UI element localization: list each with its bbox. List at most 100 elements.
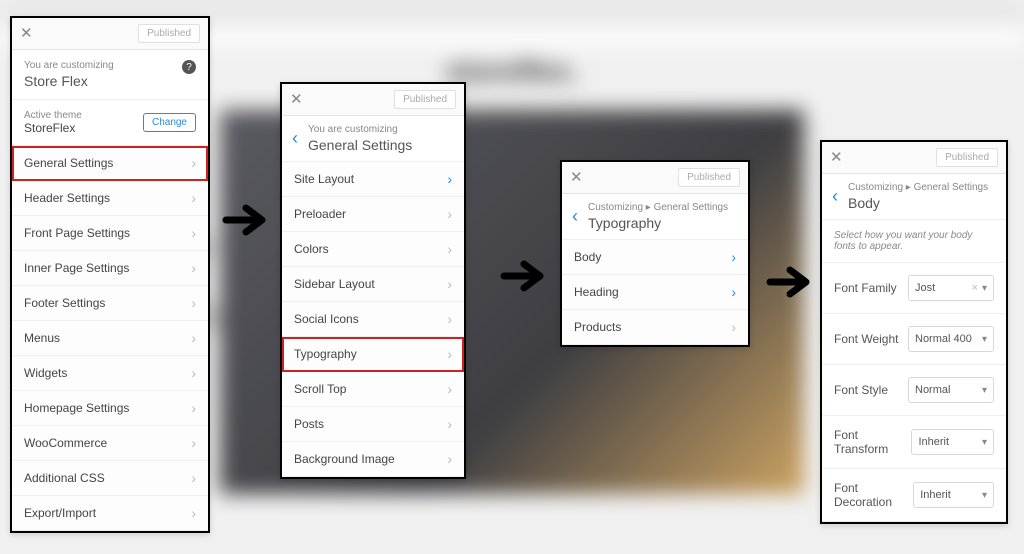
published-badge: Published (678, 168, 740, 187)
select-value: Normal (915, 384, 950, 396)
list-item-label: Front Page Settings (24, 226, 130, 240)
select-field[interactable]: Jost×▾ (908, 275, 994, 301)
list-item-label: Sidebar Layout (294, 277, 375, 291)
list-item[interactable]: Preloader› (282, 197, 464, 232)
panel-note: Select how you want your body fonts to a… (822, 220, 1006, 263)
list-item-label: Export/Import (24, 506, 96, 520)
chevron-right-icon: › (731, 249, 736, 265)
customizing-label: You are customizing (24, 60, 114, 71)
published-badge: Published (936, 148, 998, 167)
list-item[interactable]: Footer Settings › (12, 286, 208, 321)
typography-list: Body›Heading›Products› (562, 240, 748, 345)
back-icon[interactable]: ‹ (292, 128, 298, 149)
list-item[interactable]: Body › (562, 240, 748, 275)
breadcrumb: Customizing ▸ General Settings (588, 202, 728, 213)
general-settings-list: Site Layout › Preloader› Colors › Sidebar Lay… (282, 162, 464, 477)
list-item[interactable]: Menus› (12, 321, 208, 356)
list-item[interactable]: Widgets › (12, 356, 208, 391)
chevron-right-icon: › (447, 381, 452, 397)
site-title: Store Flex (24, 73, 114, 89)
list-item[interactable]: Front Page Settings › (12, 216, 208, 251)
chevron-right-icon: › (447, 346, 452, 362)
panel-title: General Settings (308, 137, 412, 153)
select-value: Normal 400 (915, 333, 972, 345)
list-item-label: Additional CSS (24, 471, 105, 485)
list-item-label: Typography (294, 347, 357, 361)
list-item[interactable]: Background Image › (282, 442, 464, 477)
customizer-root-panel: ✕ Published You are customizing Store Fl… (10, 16, 210, 533)
close-icon[interactable]: ✕ (830, 150, 843, 165)
chevron-right-icon: › (191, 365, 196, 381)
panel-title: Typography (588, 215, 728, 231)
option-label: Font Transform (834, 428, 911, 456)
list-item[interactable]: Posts› (282, 407, 464, 442)
customizing-label: You are customizing (308, 124, 412, 135)
list-item[interactable]: Export/Import› (12, 496, 208, 531)
flow-arrow-icon (500, 252, 548, 300)
option-label: Font Style (834, 383, 888, 397)
chevron-right-icon: › (731, 284, 736, 300)
list-item-label: Footer Settings (24, 296, 105, 310)
select-field[interactable]: Inherit▾ (913, 482, 994, 508)
body-typography-panel: ✕ Published ‹ Customizing ▸ General Sett… (820, 140, 1008, 524)
list-item[interactable]: Social Icons› (282, 302, 464, 337)
active-theme-label: Active theme (24, 110, 82, 121)
general-settings-panel: ✕ Published ‹ You are customizing Genera… (280, 82, 466, 479)
theme-name: StoreFlex (24, 121, 82, 135)
chevron-right-icon: › (191, 330, 196, 346)
list-item[interactable]: Colors › (282, 232, 464, 267)
select-field[interactable]: Inherit ▾ (911, 429, 994, 455)
body-typography-options: Font FamilyJost×▾Font WeightNormal 400▾F… (822, 263, 1006, 522)
list-item[interactable]: Additional CSS› (12, 461, 208, 496)
list-item-label: Widgets (24, 366, 67, 380)
list-item[interactable]: General Settings› (12, 146, 208, 181)
back-icon[interactable]: ‹ (572, 206, 578, 227)
option-row: Font Style Normal▾ (822, 365, 1006, 416)
list-item[interactable]: Typography › (282, 337, 464, 372)
option-row: Font FamilyJost×▾ (822, 263, 1006, 314)
option-row: Font Transform Inherit ▾ (822, 416, 1006, 469)
list-item[interactable]: Scroll Top› (282, 372, 464, 407)
option-row: Font DecorationInherit▾ (822, 469, 1006, 522)
clear-icon[interactable]: × (972, 282, 978, 294)
chevron-down-icon: ▾ (982, 334, 987, 345)
list-item-label: Background Image (294, 452, 395, 466)
chevron-right-icon: › (191, 295, 196, 311)
select-field[interactable]: Normal▾ (908, 377, 994, 403)
list-item-label: Site Layout (294, 172, 354, 186)
chevron-right-icon: › (447, 451, 452, 467)
list-item[interactable]: Header Settings› (12, 181, 208, 216)
option-label: Font Family (834, 281, 897, 295)
list-item[interactable]: Homepage Settings› (12, 391, 208, 426)
close-icon[interactable]: ✕ (290, 92, 303, 107)
breadcrumb: Customizing ▸ General Settings (848, 182, 988, 193)
customizer-root-list: General Settings›Header Settings›Front P… (12, 146, 208, 531)
close-icon[interactable]: ✕ (20, 26, 33, 41)
change-theme-button[interactable]: Change (143, 113, 196, 132)
chevron-right-icon: › (447, 171, 452, 187)
list-item-label: Body (574, 250, 601, 264)
back-icon[interactable]: ‹ (832, 186, 838, 207)
list-item[interactable]: Heading› (562, 275, 748, 310)
list-item[interactable]: Products › (562, 310, 748, 345)
select-value: Jost (915, 282, 935, 294)
list-item[interactable]: Sidebar Layout› (282, 267, 464, 302)
list-item[interactable]: WooCommerce› (12, 426, 208, 461)
chevron-right-icon: › (731, 319, 736, 335)
chevron-down-icon: ▾ (982, 437, 987, 448)
help-icon[interactable]: ? (182, 60, 196, 74)
list-item[interactable]: Site Layout › (282, 162, 464, 197)
chevron-right-icon: › (447, 241, 452, 257)
list-item-label: Header Settings (24, 191, 110, 205)
select-field[interactable]: Normal 400 ▾ (908, 326, 994, 352)
select-value: Inherit (918, 436, 949, 448)
close-icon[interactable]: ✕ (570, 170, 583, 185)
list-item[interactable]: Inner Page Settings› (12, 251, 208, 286)
published-badge: Published (138, 24, 200, 43)
chevron-down-icon: ▾ (982, 490, 987, 501)
list-item-label: Homepage Settings (24, 401, 129, 415)
list-item-label: Products (574, 320, 621, 334)
chevron-right-icon: › (191, 225, 196, 241)
list-item-label: Colors (294, 242, 329, 256)
chevron-right-icon: › (447, 311, 452, 327)
